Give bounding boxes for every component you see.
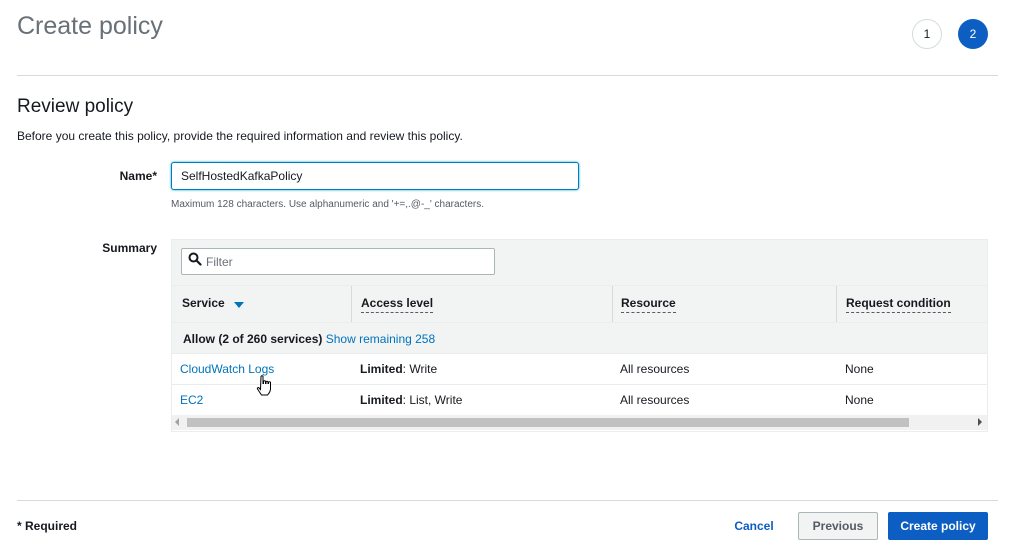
filter-input[interactable]: Filter xyxy=(181,248,495,275)
column-header-request-condition[interactable]: Request condition xyxy=(846,296,951,313)
section-description: Before you create this policy, provide t… xyxy=(17,129,463,143)
scroll-left-icon[interactable] xyxy=(175,418,179,426)
required-note: * Required xyxy=(17,519,78,533)
condition-cell: None xyxy=(845,362,874,376)
step-2-indicator: 2 xyxy=(958,19,988,49)
create-policy-button[interactable]: Create policy xyxy=(888,512,988,540)
previous-button[interactable]: Previous xyxy=(798,512,878,540)
column-header-resource[interactable]: Resource xyxy=(621,296,676,313)
name-hint: Maximum 128 characters. Use alphanumeric… xyxy=(171,199,484,210)
step-1-indicator[interactable]: 1 xyxy=(912,19,942,49)
filter-placeholder: Filter xyxy=(206,254,233,269)
header-divider xyxy=(17,75,998,76)
cancel-button[interactable]: Cancel xyxy=(726,512,782,540)
footer-divider xyxy=(17,500,998,501)
service-link-ec2[interactable]: EC2 xyxy=(180,393,203,407)
column-header-access-level[interactable]: Access level xyxy=(361,296,434,313)
summary-label: Summary xyxy=(102,241,157,255)
access-level-cell: Limited: Write xyxy=(360,362,438,376)
resource-cell: All resources xyxy=(620,393,690,407)
resource-cell: All resources xyxy=(620,362,690,376)
section-title: Review policy xyxy=(17,96,134,117)
scroll-right-icon[interactable] xyxy=(978,418,982,426)
sort-down-icon xyxy=(234,297,245,311)
show-remaining-link[interactable]: Show remaining 258 xyxy=(326,332,435,346)
column-separator xyxy=(836,286,837,322)
service-link-cloudwatch-logs[interactable]: CloudWatch Logs xyxy=(180,362,274,376)
page-title: Create policy xyxy=(17,12,163,40)
scrollbar-thumb[interactable] xyxy=(187,418,909,427)
column-separator xyxy=(612,286,613,322)
hand-pointer-icon xyxy=(256,375,274,402)
name-label: Name* xyxy=(119,169,157,183)
policy-name-input[interactable] xyxy=(171,162,579,190)
access-level-cell: Limited: List, Write xyxy=(360,393,463,407)
allow-group-label: Allow (2 of 260 services) Show remaining… xyxy=(183,332,436,346)
column-separator xyxy=(351,286,352,322)
row-divider xyxy=(172,384,987,385)
condition-cell: None xyxy=(845,393,874,407)
search-icon xyxy=(188,252,202,271)
column-header-service[interactable]: Service xyxy=(182,296,245,311)
